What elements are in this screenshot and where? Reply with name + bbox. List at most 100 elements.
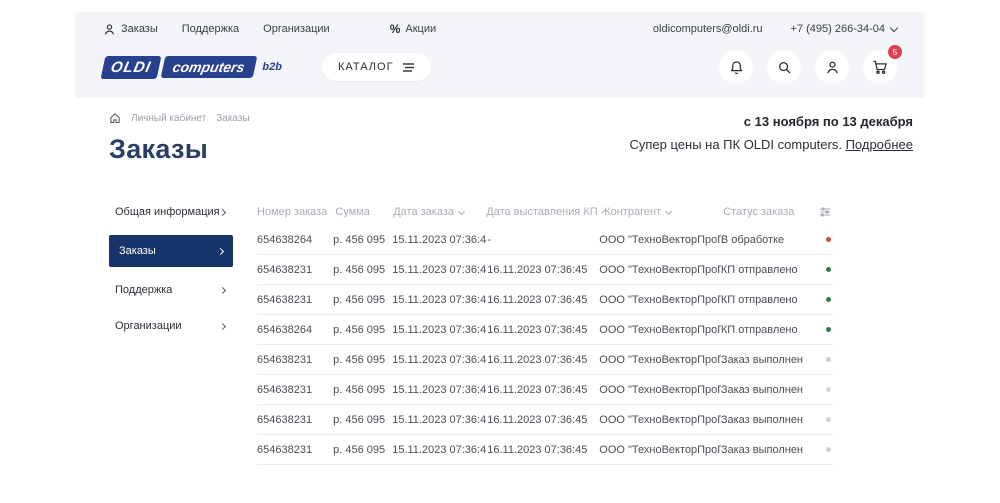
sidebar-item-label: Поддержка — [115, 284, 172, 296]
cell-contractor: ООО "ТехноВекторПроП... — [599, 324, 721, 336]
cell-status-dot — [812, 447, 833, 452]
table-row[interactable]: 654638231р. 456 09515.11.2023 07:36:4516… — [257, 375, 833, 405]
cell-order_date: 15.11.2023 07:36:45 — [392, 264, 487, 276]
topbar-link-support[interactable]: Поддержка — [182, 23, 239, 35]
promo-banner: с 13 ноября по 13 декабря Супер цены на … — [629, 114, 913, 165]
cell-kp_date: 16.11.2023 07:36:45 — [487, 384, 599, 396]
cell-status: КП отправлено — [721, 264, 812, 276]
logo[interactable]: OLDI computers b2b — [103, 56, 282, 79]
cell-number: 654638264 — [257, 234, 333, 246]
table-row[interactable]: 654638231р. 456 09515.11.2023 07:36:4516… — [257, 255, 833, 285]
cell-kp_date: - — [487, 234, 599, 246]
cell-kp_date: 16.11.2023 07:36:45 — [487, 354, 599, 366]
sort-chevron-icon — [458, 207, 465, 214]
cell-number: 654638231 — [257, 414, 333, 426]
table-row[interactable]: 654638231р. 456 09515.11.2023 07:36:4516… — [257, 405, 833, 435]
sidebar-item-link[interactable]: Общая информация — [109, 199, 233, 225]
breadcrumb-item-account[interactable]: Личный кабинет — [131, 113, 206, 124]
sidebar-item-label: Общая информация — [115, 206, 220, 218]
status-dot-icon — [826, 357, 831, 362]
page-head-left: Личный кабинет Заказы Заказы — [109, 112, 250, 165]
promo-text-line: Супер цены на ПК OLDI computers. Подробн… — [629, 137, 913, 152]
table-row[interactable]: 654638231р. 456 09515.11.2023 07:36:4516… — [257, 435, 833, 465]
topbar: Заказы Поддержка Организации % Акции old… — [103, 22, 897, 36]
topbar-link-promos[interactable]: % Акции — [390, 22, 436, 36]
promo-more-link[interactable]: Подробнее — [846, 137, 913, 152]
column-header-order-date[interactable]: Дата заказа — [393, 206, 486, 218]
table-settings[interactable] — [813, 206, 833, 218]
orders-table-body: 654638264р. 456 09515.11.2023 07:36:45-О… — [257, 225, 833, 465]
orders-table: Номер заказа Сумма Дата заказа Дата выст… — [257, 199, 833, 465]
topbar-link-organizations[interactable]: Организации — [263, 23, 330, 35]
cell-status: Заказ выполнен — [721, 444, 812, 456]
person-icon — [825, 60, 840, 75]
cell-status: В обработке — [721, 234, 812, 246]
sidebar-item-link[interactable]: Поддержка — [109, 277, 233, 303]
cell-contractor: ООО "ТехноВекторПроП... — [599, 264, 721, 276]
cell-contractor: ООО "ТехноВекторПроП... — [599, 294, 721, 306]
cell-status: Заказ выполнен — [721, 354, 812, 366]
table-row[interactable]: 654638231р. 456 09515.11.2023 07:36:4516… — [257, 345, 833, 375]
content: Личный кабинет Заказы Заказы с 13 ноября… — [75, 112, 925, 465]
page-title: Заказы — [109, 134, 250, 165]
status-dot-icon — [826, 327, 831, 332]
catalog-button[interactable]: КАТАЛОГ — [322, 53, 431, 81]
cell-number: 654638231 — [257, 354, 333, 366]
chevron-right-icon — [217, 247, 224, 254]
phone-dropdown[interactable]: +7 (495) 266-34-04 — [791, 23, 897, 35]
topbar-link-label: Организации — [263, 23, 330, 35]
person-icon — [103, 23, 116, 36]
chevron-down-icon — [890, 23, 898, 31]
email-link[interactable]: oldicomputers@oldi.ru — [653, 23, 763, 35]
breadcrumb-item-orders: Заказы — [216, 113, 249, 124]
cell-status-dot — [812, 297, 833, 302]
cell-contractor: ООО "ТехноВекторПроП... — [599, 414, 721, 426]
cell-kp_date: 16.11.2023 07:36:45 — [487, 444, 599, 456]
sidebar: Общая информация Заказы Поддержка Организац… — [109, 199, 233, 465]
orders-table-header: Номер заказа Сумма Дата заказа Дата выст… — [257, 199, 833, 225]
home-icon[interactable] — [109, 112, 121, 124]
cell-amount: р. 456 095 — [333, 264, 392, 276]
topbar-link-orders[interactable]: Заказы — [103, 23, 158, 36]
cell-number: 654638231 — [257, 264, 333, 276]
notifications-button[interactable] — [719, 50, 753, 84]
table-row[interactable]: 654638264р. 456 09515.11.2023 07:36:45-О… — [257, 225, 833, 255]
sidebar-item-link[interactable]: Организации — [109, 313, 233, 339]
column-header-contractor[interactable]: Контрагент — [604, 206, 723, 218]
cell-status: Заказ выполнен — [721, 384, 812, 396]
cell-kp_date: 16.11.2023 07:36:45 — [487, 324, 599, 336]
column-header-kp-date[interactable]: Дата выставления КП — [486, 206, 604, 218]
logo-mark: OLDI — [101, 56, 162, 79]
cell-status-dot — [812, 417, 833, 422]
logo-b2b: b2b — [262, 61, 282, 73]
search-button[interactable] — [767, 50, 801, 84]
status-dot-icon — [826, 297, 831, 302]
status-dot-icon — [826, 447, 831, 452]
chevron-right-icon — [219, 322, 226, 329]
column-header-status: Статус заказа — [723, 206, 812, 218]
cell-status: Заказ выполнен — [721, 414, 812, 426]
account-button[interactable] — [815, 50, 849, 84]
cell-contractor: ООО "ТехноВекторПроП... — [599, 234, 721, 246]
cart-badge: 5 — [888, 45, 902, 59]
cell-amount: р. 456 095 — [333, 324, 392, 336]
table-row[interactable]: 654638231р. 456 09515.11.2023 07:36:4516… — [257, 285, 833, 315]
cart-button[interactable]: 5 — [863, 50, 897, 84]
header-band: Заказы Поддержка Организации % Акции old… — [75, 12, 925, 98]
phone-text: +7 (495) 266-34-04 — [791, 23, 885, 35]
cell-amount: р. 456 095 — [333, 234, 392, 246]
cell-status-dot — [812, 387, 833, 392]
sort-chevron-icon — [665, 207, 672, 214]
menu-icon — [402, 62, 415, 72]
table-row[interactable]: 654638264р. 456 09515.11.2023 07:36:4516… — [257, 315, 833, 345]
sidebar-item-active[interactable]: Заказы — [109, 235, 233, 267]
cell-amount: р. 456 095 — [333, 414, 392, 426]
promo-dates: с 13 ноября по 13 декабря — [629, 114, 913, 129]
topbar-link-label: Поддержка — [182, 23, 239, 35]
chevron-right-icon — [219, 286, 226, 293]
status-dot-icon — [826, 237, 831, 242]
page: Заказы Поддержка Организации % Акции old… — [75, 12, 925, 465]
chevron-right-icon — [219, 208, 226, 215]
cell-order_date: 15.11.2023 07:36:45 — [392, 324, 487, 336]
cell-contractor: ООО "ТехноВекторПроП... — [599, 354, 721, 366]
